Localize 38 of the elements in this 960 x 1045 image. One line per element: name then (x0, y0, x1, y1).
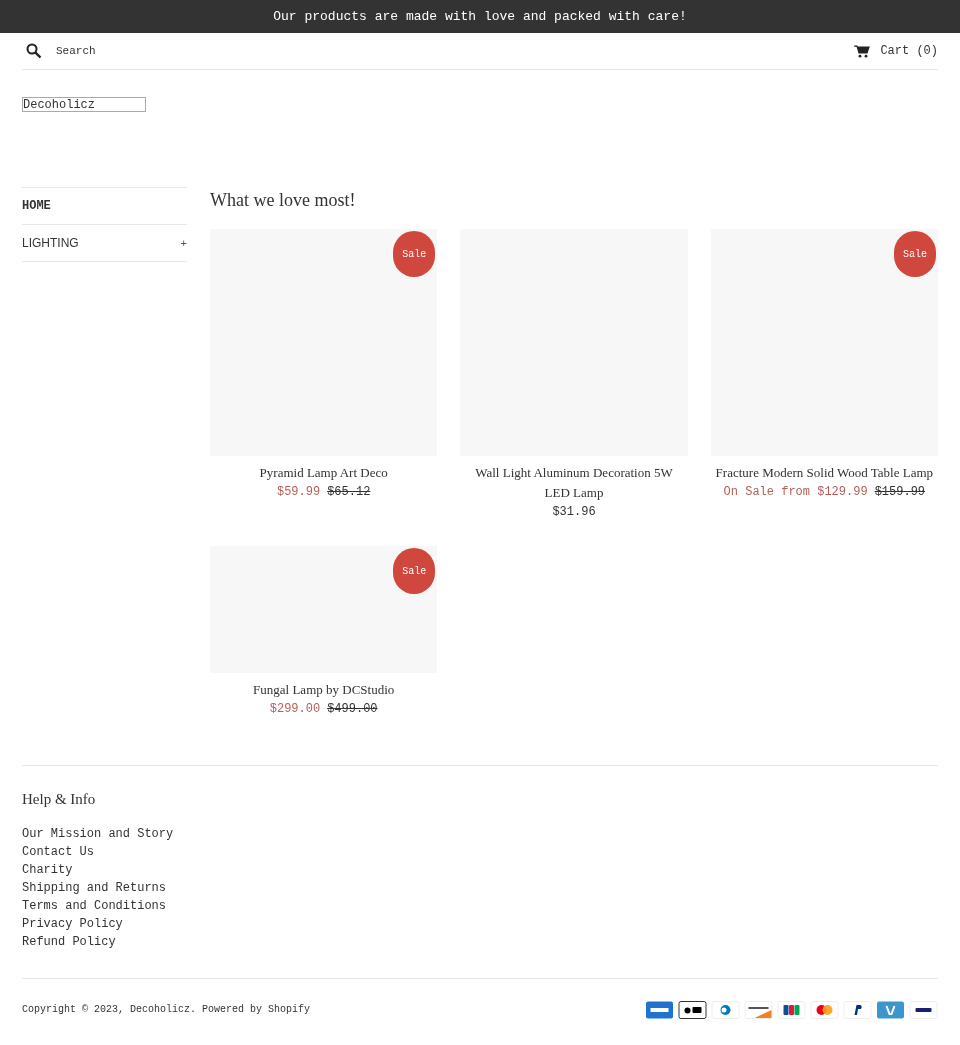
search-icon[interactable] (26, 43, 42, 59)
sidebar-item[interactable]: LIGHTING + (22, 225, 187, 262)
store-logo[interactable]: Decoholicz (22, 97, 146, 112)
product-image[interactable]: Sale (710, 229, 938, 456)
product-image[interactable]: Sale (210, 546, 438, 673)
footer-link[interactable]: Terms and Conditions (22, 896, 167, 915)
sale-price: $299.00 (269, 701, 321, 718)
sale-badge: Sale (393, 548, 436, 594)
footer-link[interactable]: Refund Policy (22, 932, 116, 951)
sale-price: $59.99 (276, 484, 321, 501)
sale-badge: Sale (894, 231, 936, 277)
sale-price: On Sale from $129.99 (723, 484, 868, 501)
mastercard-card-icon (810, 1000, 839, 1019)
footer-link[interactable]: Contact Us (22, 842, 94, 861)
copyright-text: Copyright © 2023, Decoholicz. Powered by Shopify (22, 1003, 311, 1017)
footer-link[interactable]: Our Mission and Story (22, 824, 174, 843)
compare-price: $65.12 (327, 484, 371, 501)
sale-badge: Sale (393, 231, 436, 277)
footer-link[interactable]: Shipping and Returns (22, 878, 167, 897)
compare-price: $499.00 (327, 701, 378, 718)
expand-toggle[interactable]: + (180, 234, 187, 252)
sidebar-item[interactable]: HOME (22, 188, 187, 225)
product-title[interactable]: Fracture Modern Solid Wood Table Lamp (713, 463, 936, 483)
cart-icon[interactable] (854, 44, 871, 58)
store-link[interactable]: Decoholicz (130, 1004, 191, 1015)
section-heading: What we love most! (210, 189, 357, 211)
announcement-text: Our products are made with love and packed with care! (273, 7, 687, 26)
footer-heading: Help & Info (22, 790, 97, 809)
product-image[interactable]: Sale (210, 229, 438, 456)
product-title[interactable]: Pyramid Lamp Art Deco (257, 463, 390, 483)
search-field[interactable]: Search (56, 42, 256, 60)
footer-link[interactable]: Charity (22, 860, 73, 879)
footer-link[interactable]: Privacy Policy (22, 914, 123, 933)
product-title[interactable]: Fungal Lamp by DCStudio (251, 680, 397, 700)
compare-price: $159.99 (874, 484, 926, 501)
cart-link[interactable]: Cart (0) (880, 42, 938, 60)
product-title[interactable]: Wall Light Aluminum Decoration 5W LED Lamp (460, 463, 688, 503)
product-price: $31.96 (552, 504, 596, 521)
